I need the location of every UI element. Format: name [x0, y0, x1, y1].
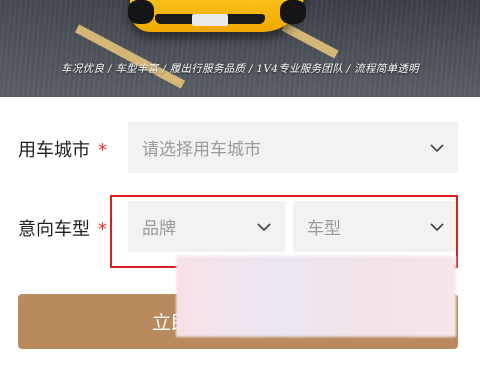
city-label-row: 用车城市 * — [18, 136, 107, 162]
hero-tagline: 车况优良 / 车型丰富 / 履出行服务品质 / 1V4专业服务团队 / 流程简单… — [61, 63, 419, 75]
city-label: 用车城市 — [18, 140, 90, 161]
car-plate — [192, 14, 228, 26]
city-select[interactable]: 请选择用车城市 — [128, 122, 458, 173]
required-mark: * — [98, 140, 107, 161]
city-select-placeholder: 请选择用车城市 — [142, 140, 261, 160]
required-mark: * — [98, 219, 107, 240]
hero-banner: 车况优良 / 车型丰富 / 履出行服务品质 / 1V4专业服务团队 / 流程简单… — [0, 0, 480, 97]
car-wheel — [280, 0, 306, 24]
chevron-down-icon — [430, 144, 444, 153]
blur-redaction — [176, 256, 456, 337]
model-label-row: 意向车型 * — [18, 215, 107, 241]
model-label: 意向车型 — [18, 219, 90, 240]
car-wheel — [128, 0, 154, 24]
